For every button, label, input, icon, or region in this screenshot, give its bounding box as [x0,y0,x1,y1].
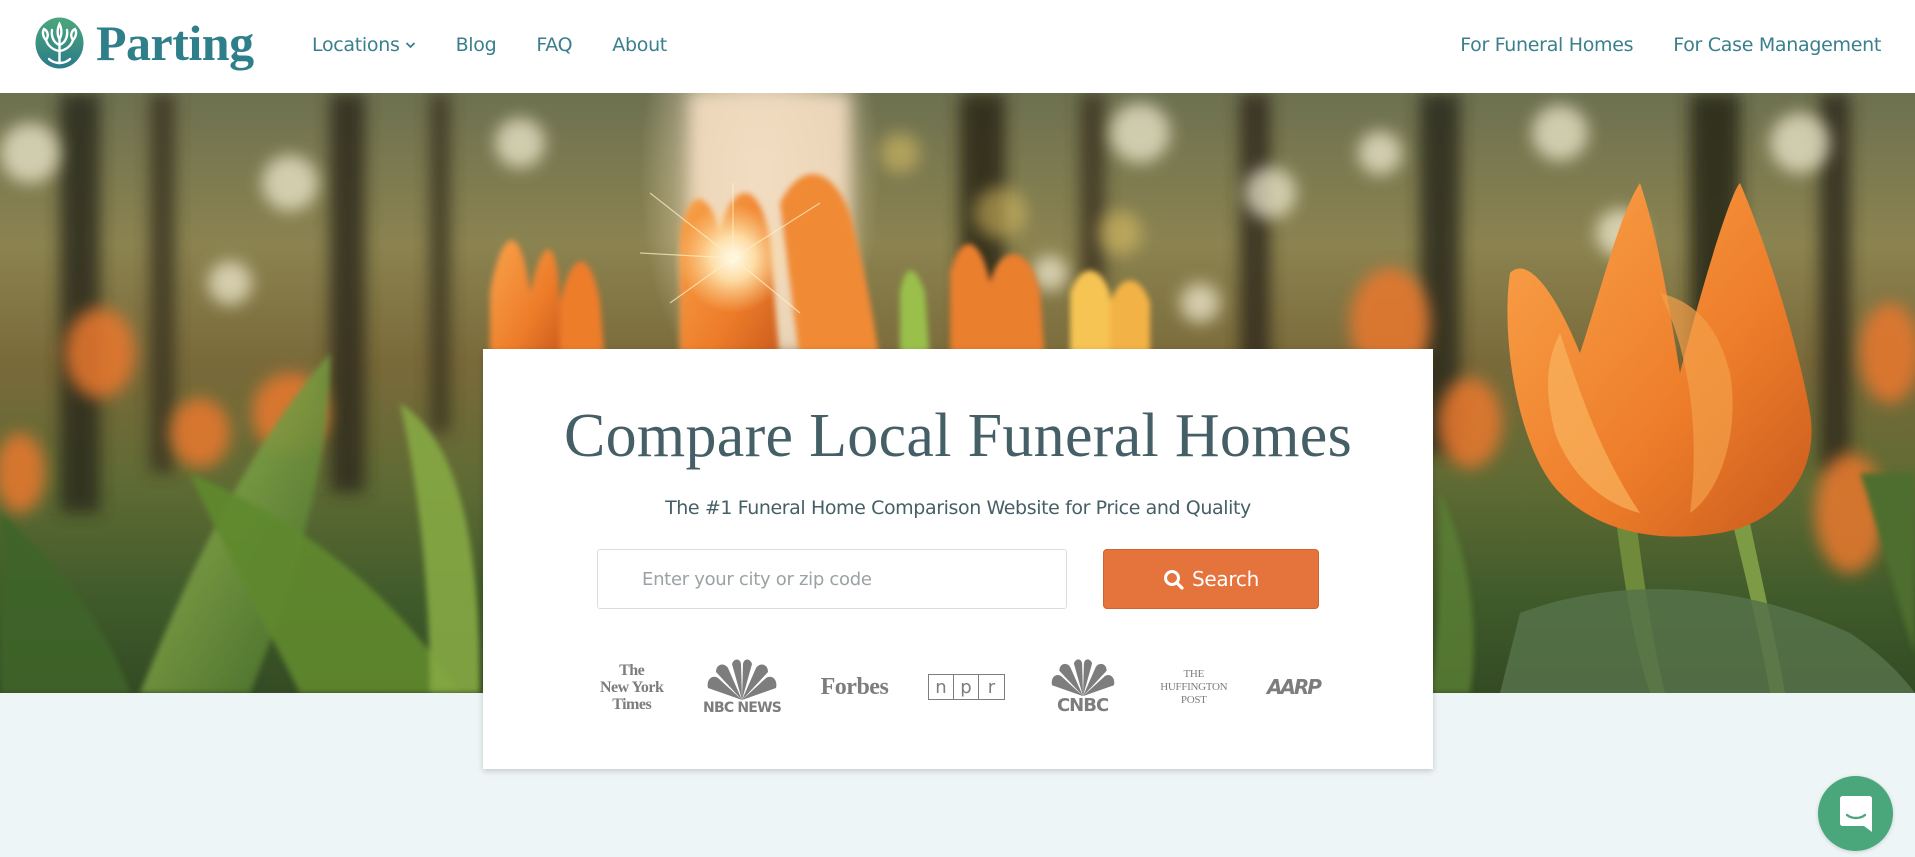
chat-bubble-icon [1839,795,1872,832]
npr-p: p [954,675,979,699]
page-title: Compare Local Funeral Homes [563,402,1353,470]
npr-n: n [929,675,954,699]
nbc-news-text: NBC NEWS [703,700,782,716]
nav-faq[interactable]: FAQ [536,34,572,56]
nav-for-funeral-homes[interactable]: For Funeral Homes [1460,34,1633,56]
chevron-down-icon [405,42,415,49]
nav-blog[interactable]: Blog [456,34,497,56]
nav-locations[interactable]: Locations [312,34,416,56]
peacock-icon [1051,659,1114,697]
nav-about[interactable]: About [612,34,667,56]
aarp-logo: AARP [1266,675,1322,699]
nyt-line-1: The [619,661,645,679]
location-search-input[interactable] [597,549,1067,609]
nav-locations-label: Locations [312,34,400,56]
page-subtitle: The #1 Funeral Home Comparison Website f… [665,497,1251,519]
brand-name: Parting [96,15,254,71]
secondary-nav: For Funeral Homes For Case Management [1460,34,1881,56]
nyt-logo: The New York Times [600,661,664,713]
search-card: Compare Local Funeral Homes The #1 Funer… [483,349,1433,769]
press-logos: The New York Times NBC NEWS Forbes n p r… [600,657,1322,717]
nyt-line-3: Times [612,695,652,713]
huffpost-logo: THE HUFFINGTON POST [1160,668,1227,707]
nbc-news-logo: NBC NEWS [703,658,782,716]
site-header: Parting Locations Blog FAQ About For Fun… [0,0,1915,93]
huffpost-line-2: HUFFINGTON [1160,680,1228,693]
forbes-logo: Forbes [820,673,889,700]
nyt-line-2: New York [600,678,664,696]
chat-launcher-button[interactable] [1818,776,1893,851]
nav-for-case-management[interactable]: For Case Management [1673,34,1881,56]
search-button-label: Search [1192,567,1259,591]
huffpost-line-3: POST [1180,693,1207,706]
npr-logo: n p r [927,674,1005,700]
primary-nav: Locations Blog FAQ About [312,34,667,56]
peacock-icon [707,659,777,700]
search-icon [1164,569,1184,590]
cnbc-text: CNBC [1056,695,1109,716]
npr-r: r [987,676,996,698]
cnbc-logo: CNBC [1045,658,1121,716]
huffpost-line-1: THE [1183,667,1205,680]
logo[interactable]: Parting [35,17,254,69]
search-button[interactable]: Search [1103,549,1319,609]
tree-logo-icon [35,17,84,69]
